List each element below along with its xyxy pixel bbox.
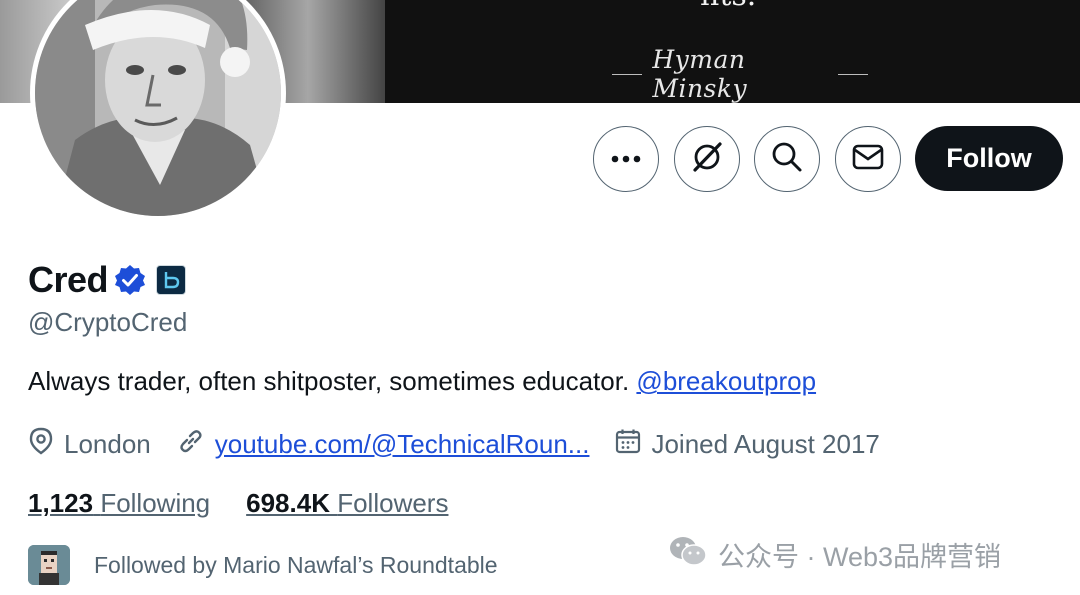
display-name: Cred [28,259,109,300]
follow-button[interactable]: Follow [915,126,1063,191]
followed-by-text: Followed by Mario Nawfal’s Roundtable [94,551,498,578]
calendar-icon [615,428,641,461]
follower-avatar [28,545,70,585]
name-row: Cred [28,258,187,302]
joined-item: Joined August 2017 [615,428,880,461]
location-pin-icon [28,427,54,462]
followers-count: 698.4K [246,488,330,518]
profile-meta: London youtube.com/@TechnicalRoun... Joi… [28,426,880,462]
followers-link[interactable]: 698.4K Followers [246,488,448,519]
profile-handle: @CryptoCred [28,307,188,337]
website-item: youtube.com/@TechnicalRoun... [177,427,590,462]
grok-icon [690,140,724,179]
watermark-text: 公众号 · Web3品牌营销 [718,542,1002,572]
follow-stats: 1,123 Following 698.4K Followers [28,488,448,519]
profile-avatar[interactable] [30,0,286,221]
search-profile-button[interactable] [754,126,820,192]
search-icon [771,141,803,178]
followed-by-row[interactable]: Followed by Mario Nawfal’s Roundtable [28,545,498,585]
grok-button[interactable] [674,126,740,192]
signature-rule-left [612,73,643,75]
more-button[interactable] [593,126,659,192]
profile-bio: Always trader, often shitposter, sometim… [28,366,816,397]
wechat-icon [668,534,708,575]
following-label: Following [100,488,211,518]
location-item: London [28,427,151,462]
website-link[interactable]: youtube.com/@TechnicalRoun... [215,429,590,460]
followers-label: Followers [337,488,449,518]
banner-quote-text: nts. [700,0,756,13]
envelope-icon [852,144,884,175]
banner-signature: Hyman Minsky [612,45,868,103]
breakout-affiliate-badge[interactable] [156,265,187,295]
signature-text: Hyman Minsky [652,45,748,103]
following-link[interactable]: 1,123 Following [28,488,210,519]
joined-text: Joined August 2017 [651,428,880,459]
link-icon [177,427,205,462]
wechat-watermark: 公众号 · Web3品牌营销 [668,534,1001,575]
bio-text: Always trader, often shitposter, sometim… [28,366,637,396]
signature-rule-right [837,73,868,75]
following-count: 1,123 [28,488,94,518]
avatar-photo [35,0,281,216]
verified-badge-icon[interactable] [114,264,146,296]
message-button[interactable] [835,126,901,192]
location-text: London [64,428,151,459]
more-dots-icon [611,150,641,168]
bio-mention-link[interactable]: @breakoutprop [636,366,816,396]
